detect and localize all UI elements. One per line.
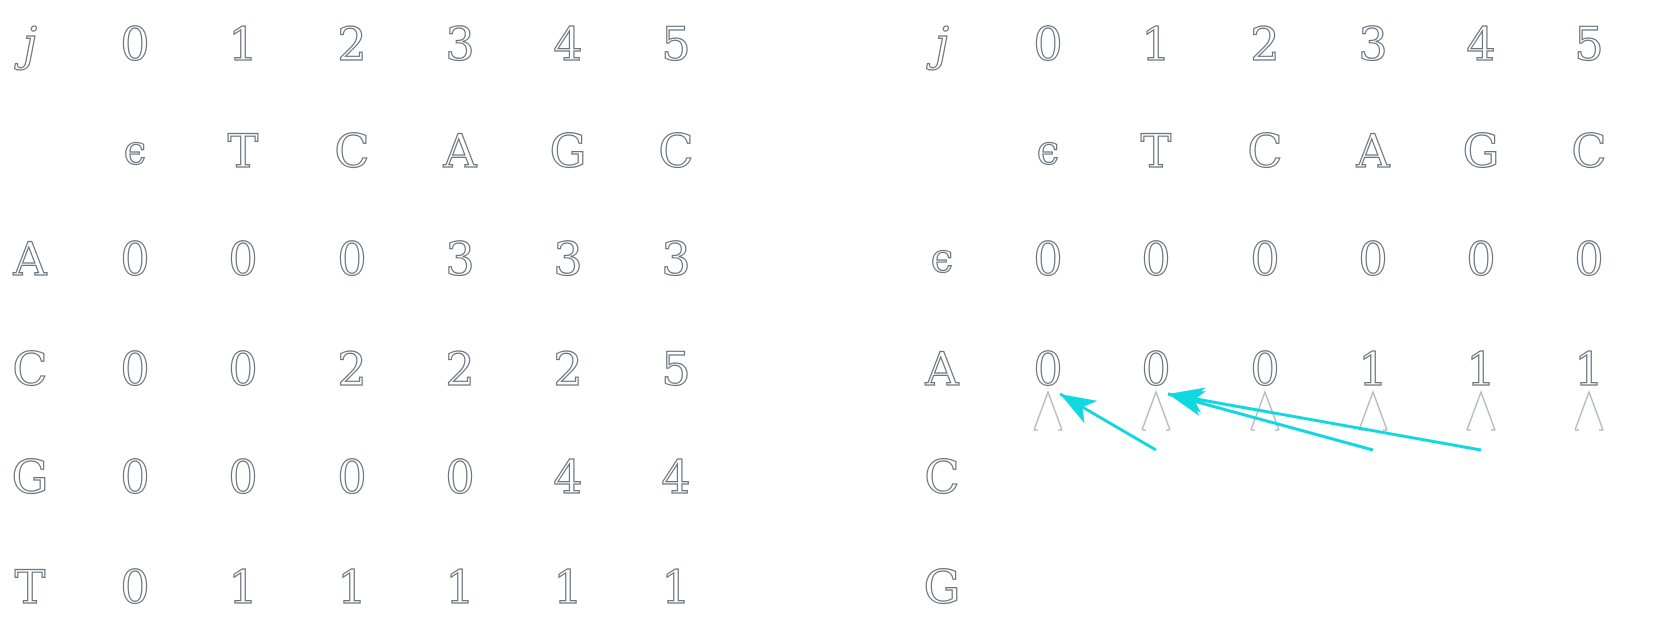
right_table-cell-0-3: 0 [1358, 232, 1388, 286]
right_table-row-label-0: ϵ [930, 236, 954, 282]
right_table-cell-0-4: 0 [1466, 232, 1496, 286]
right_table-index-label: j [934, 17, 950, 71]
right_table-cell-1-2: 0 [1250, 342, 1280, 396]
right-dp-table: j012345ϵTCAGCϵ000000A000111CG [0, 0, 1659, 644]
right_table-cell-1-0: 0 [1033, 342, 1063, 396]
right_table-index-5: 5 [1574, 17, 1604, 71]
right_table-header-5: C [1571, 124, 1607, 178]
right_table-header-3: A [1356, 124, 1390, 178]
right_table-index-1: 1 [1141, 17, 1171, 71]
right_table-header-4: G [1462, 124, 1500, 178]
right_table-cell-0-0: 0 [1033, 232, 1063, 286]
right_table-cell-0-1: 0 [1141, 232, 1171, 286]
right_table-header-1: T [1140, 124, 1172, 178]
right_table-row-label-2: C [924, 450, 960, 504]
right_table-index-0: 0 [1033, 17, 1063, 71]
right_table-index-2: 2 [1250, 17, 1280, 71]
right_table-cell-1-4: 1 [1466, 342, 1496, 396]
right_table-cell-0-2: 0 [1250, 232, 1280, 286]
right_table-row-label-3: G [923, 560, 961, 614]
right_table-index-4: 4 [1466, 17, 1496, 71]
right_table-cell-1-3: 1 [1358, 342, 1388, 396]
right_table-row-label-1: A [925, 342, 959, 396]
right_table-index-3: 3 [1358, 17, 1388, 71]
dp-diagram: j012345ϵTCAGCA000333C002225G000044T01111… [0, 0, 1659, 644]
right_table-header-2: C [1247, 124, 1283, 178]
right_table-cell-0-5: 0 [1574, 232, 1604, 286]
right_table-cell-1-1: 0 [1141, 342, 1171, 396]
right_table-cell-1-5: 1 [1574, 342, 1604, 396]
right_table-header-0: ϵ [1036, 128, 1060, 174]
